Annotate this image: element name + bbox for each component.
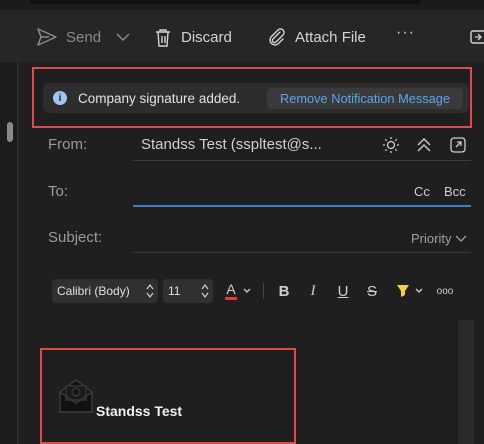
font-color-swatch — [225, 297, 237, 300]
collapse-header-button[interactable] — [417, 137, 431, 158]
highlight-button[interactable] — [394, 281, 412, 301]
highlight-dropdown[interactable] — [414, 281, 424, 301]
open-in-window-button[interactable] — [450, 137, 466, 158]
from-label: From: — [48, 136, 88, 153]
sensitivity-button[interactable] — [382, 136, 400, 159]
font-size-value: 11 — [168, 284, 181, 298]
priority-dropdown[interactable]: Priority — [411, 231, 467, 246]
send-button[interactable]: Send — [37, 26, 101, 48]
sun-icon — [383, 137, 399, 153]
discard-label: Discard — [181, 28, 232, 46]
more-formatting-button[interactable]: ooo — [434, 281, 456, 301]
font-color-dropdown[interactable] — [242, 281, 252, 301]
trash-icon — [156, 28, 170, 47]
to-label: To: — [48, 183, 69, 200]
send-label: Send — [66, 28, 102, 46]
chevron-down-icon — [455, 235, 467, 242]
chevron-down-icon — [243, 288, 251, 293]
more-options-label: ··· — [396, 24, 415, 41]
subject-divider — [133, 252, 471, 253]
chevron-down-icon — [415, 288, 423, 293]
pop-out-window-icon — [450, 137, 466, 153]
stepper-icon — [146, 284, 154, 298]
bold-button[interactable]: B — [276, 281, 292, 301]
underline-button[interactable]: U — [335, 281, 351, 301]
send-options-dropdown[interactable] — [116, 26, 130, 48]
annotation-box-signature — [40, 348, 296, 444]
pop-out-icon — [470, 30, 484, 44]
strikethrough-button[interactable]: S — [364, 281, 380, 301]
body-scrollbar[interactable] — [458, 320, 474, 444]
font-color-glyph: A — [226, 281, 236, 297]
italic-button[interactable]: I — [305, 281, 321, 301]
font-name-select[interactable]: Calibri (Body) — [52, 279, 158, 303]
send-icon — [37, 28, 57, 46]
annotation-box-notification — [32, 67, 472, 128]
discard-button[interactable]: Discard — [154, 26, 232, 48]
pop-out-button[interactable] — [470, 26, 484, 48]
window-top-strip — [0, 0, 484, 10]
font-color-button[interactable]: A — [222, 281, 240, 301]
message-list-scrollbar[interactable] — [7, 122, 13, 142]
from-divider — [133, 160, 471, 161]
bcc-button[interactable]: Bcc — [444, 184, 466, 199]
title-bar-shadow — [30, 0, 420, 4]
stepper-icon — [201, 284, 209, 298]
paperclip-icon — [269, 28, 285, 46]
cc-button[interactable]: Cc — [414, 184, 430, 199]
font-name-value: Calibri (Body) — [57, 284, 130, 298]
toolbar-separator — [263, 283, 264, 299]
to-input-underline[interactable] — [133, 205, 471, 207]
priority-label: Priority — [411, 231, 452, 246]
more-options-button[interactable]: ··· — [396, 22, 415, 44]
compose-toolbar: Send Discard Attach File ··· — [0, 10, 484, 62]
attach-file-label: Attach File — [295, 28, 366, 46]
from-account-selector[interactable]: Standss Test (sspltest@s... — [141, 136, 322, 153]
subject-label: Subject: — [48, 229, 103, 246]
attach-file-button[interactable]: Attach File — [268, 26, 366, 48]
double-chevron-up-icon — [417, 138, 431, 152]
highlighter-icon — [397, 285, 409, 297]
message-list-pane — [0, 62, 18, 444]
chevron-down-icon — [116, 33, 130, 42]
font-size-select[interactable]: 11 — [163, 279, 213, 303]
